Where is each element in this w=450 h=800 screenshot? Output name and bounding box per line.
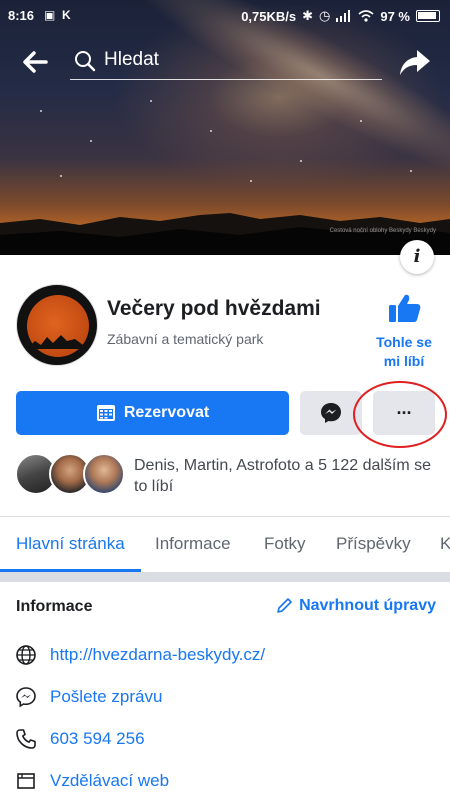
tab-posts[interactable]: Příspěvky [336,534,411,554]
network-speed: 0,75KB/s [241,8,297,24]
messenger-icon [321,403,341,423]
send-message-link[interactable]: Pošlete zprávu [50,687,162,707]
search-input[interactable]: Hledat [104,49,159,71]
bluetooth-icon: ✱ [302,8,314,23]
signal-icon [336,10,351,22]
status-bar: 8:16 ▣ K 0,75KB/s ✱ ◷ 97 % [0,0,450,32]
friends-likes-text[interactable]: Denis, Martin, Astrofoto a 5 122 dalším … [134,455,434,497]
category-link[interactable]: Vzdělávací web [50,771,169,791]
cover-photo[interactable]: 8:16 ▣ K 0,75KB/s ✱ ◷ 97 % Hledat Cestov… [0,0,450,255]
top-bar: Hledat [0,40,450,84]
page-name: Večery pod hvězdami [107,297,321,320]
pencil-icon [277,598,292,613]
thumbs-up-icon [389,294,421,322]
photo-watermark: Cestová noční oblohy Beskydy Beskydy [329,228,436,234]
info-row-phone[interactable]: 603 594 256 [14,725,145,753]
share-button[interactable] [398,46,432,78]
battery-level: 97 % [380,8,410,24]
messenger-icon [14,685,38,709]
info-row-message[interactable]: Pošlete zprávu [14,683,162,711]
more-dots-icon: ··· [396,402,413,423]
tab-photos[interactable]: Fotky [264,534,306,554]
globe-icon [14,643,38,667]
more-button[interactable]: ··· [373,391,435,435]
calendar-icon [96,405,115,421]
info-row-category[interactable]: Vzdělávací web [14,767,169,795]
tab-main[interactable]: Hlavní stránka [16,534,125,554]
info-row-website[interactable]: http://hvezdarna-beskydy.cz/ [14,641,265,669]
reserve-label: Rezervovat [123,404,210,421]
back-button[interactable] [20,48,52,76]
info-heading: Informace [16,598,93,615]
website-link[interactable]: http://hvezdarna-beskydy.cz/ [50,645,265,665]
message-button[interactable] [300,391,362,435]
info-button[interactable]: i [400,240,434,274]
phone-icon [14,727,38,751]
back-arrow-icon [23,51,48,73]
page-tabs: Hlavní stránka Informace Fotky Příspěvky… [0,516,450,572]
search-icon [75,51,96,72]
phone-number[interactable]: 603 594 256 [50,729,145,749]
status-time: 8:16 [8,8,35,23]
like-label: Tohle se mi líbí [376,334,432,369]
wifi-icon [358,10,374,22]
notification-icon: ▣ [44,8,56,22]
alarm-icon: ◷ [319,8,331,23]
reserve-button[interactable]: Rezervovat [16,391,289,435]
friend-avatar [83,453,125,495]
page-avatar[interactable] [16,284,98,366]
avatar-tree-silhouette [27,335,89,349]
tab-info[interactable]: Informace [155,534,231,554]
suggest-edits-label: Navrhnout úpravy [299,597,436,614]
suggest-edits-button[interactable]: Navrhnout úpravy [275,597,436,615]
category-icon [14,769,38,793]
search-bar[interactable]: Hledat [70,44,382,80]
like-button[interactable]: Tohle se mi líbí [368,292,440,371]
tab-more[interactable]: K [440,534,450,554]
page-category: Zábavní a tematický park [107,331,264,347]
friends-avatars[interactable] [15,453,125,497]
notification-icon-2: K [62,8,71,22]
battery-icon [416,10,440,22]
share-icon [400,50,430,75]
treeline [0,213,450,255]
section-divider [0,572,450,582]
